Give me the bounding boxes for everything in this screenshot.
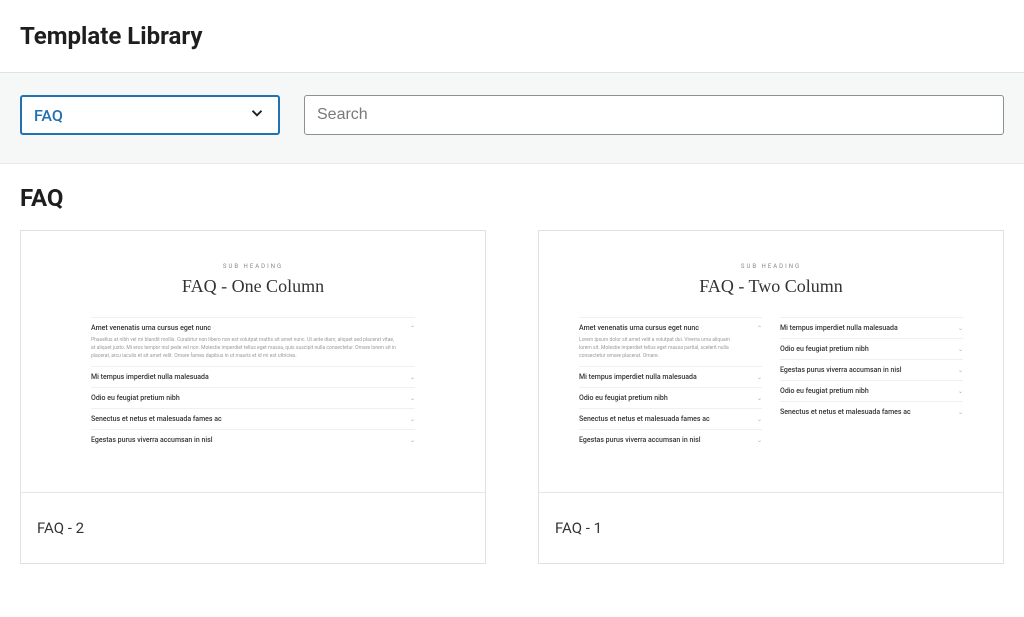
accordion-header: Egestas purus viverra accumsan in nisl ⌄ bbox=[579, 436, 762, 444]
accordion-item: Senectus et netus et malesuada fames ac … bbox=[91, 408, 415, 429]
chevron-down-icon: ⌄ bbox=[757, 395, 762, 402]
accordion-item: Senectus et netus et malesuada fames ac ⌄ bbox=[579, 408, 762, 429]
accordion-question: Senectus et netus et malesuada fames ac bbox=[579, 415, 710, 423]
chevron-down-icon: ⌄ bbox=[958, 325, 963, 332]
chevron-down-icon: ⌄ bbox=[958, 367, 963, 374]
accordion-question: Odio eu feugiat pretium nibh bbox=[579, 394, 668, 402]
accordion-item: Mi tempus imperdiet nulla malesuada ⌄ bbox=[91, 366, 415, 387]
accordion-question: Amet venenatis urna cursus eget nunc bbox=[579, 324, 699, 332]
accordion-item: Odio eu feugiat pretium nibh ⌄ bbox=[579, 387, 762, 408]
template-preview: SUB HEADING FAQ - Two Column Amet venena… bbox=[539, 231, 1003, 493]
chevron-down-icon: ⌄ bbox=[410, 395, 415, 402]
template-label: FAQ - 2 bbox=[21, 493, 485, 563]
accordion-item: Amet venenatis urna cursus eget nunc ⌃ P… bbox=[91, 317, 415, 366]
accordion-question: Senectus et netus et malesuada fames ac bbox=[780, 408, 911, 416]
search-field-wrap bbox=[304, 95, 1004, 135]
accordion-header: Egestas purus viverra accumsan in nisl ⌄ bbox=[91, 436, 415, 444]
accordion-question: Odio eu feugiat pretium nibh bbox=[780, 345, 869, 353]
chevron-down-icon: ⌄ bbox=[410, 374, 415, 381]
page-header: Template Library bbox=[0, 0, 1024, 72]
accordion-item: Mi tempus imperdiet nulla malesuada ⌄ bbox=[579, 366, 762, 387]
preview-title: FAQ - One Column bbox=[182, 276, 324, 297]
accordion-item: Egestas purus viverra accumsan in nisl ⌄ bbox=[91, 429, 415, 450]
accordion-header: Odio eu feugiat pretium nibh ⌄ bbox=[579, 394, 762, 402]
accordion-question: Mi tempus imperdiet nulla malesuada bbox=[579, 373, 697, 381]
template-label: FAQ - 1 bbox=[539, 493, 1003, 563]
chevron-down-icon: ⌄ bbox=[958, 388, 963, 395]
chevron-down-icon bbox=[248, 104, 266, 126]
accordion-header: Odio eu feugiat pretium nibh ⌄ bbox=[780, 345, 963, 353]
accordion-item: Odio eu feugiat pretium nibh ⌄ bbox=[780, 338, 963, 359]
template-card[interactable]: SUB HEADING FAQ - Two Column Amet venena… bbox=[538, 230, 1004, 564]
accordion-question: Amet venenatis urna cursus eget nunc bbox=[91, 324, 211, 332]
accordion-header: Senectus et netus et malesuada fames ac ⌄ bbox=[780, 408, 963, 416]
accordion-item: Senectus et netus et malesuada fames ac ⌄ bbox=[780, 401, 963, 422]
accordion-body: Phasellus at nibh vel mi blandit mollis.… bbox=[91, 336, 415, 360]
accordion-header: Odio eu feugiat pretium nibh ⌄ bbox=[91, 394, 415, 402]
accordion-header: Senectus et netus et malesuada fames ac … bbox=[91, 415, 415, 423]
accordion-header: Senectus et netus et malesuada fames ac ⌄ bbox=[579, 415, 762, 423]
preview-subheading: SUB HEADING bbox=[223, 263, 283, 270]
section-title: FAQ bbox=[20, 184, 1004, 212]
search-input[interactable] bbox=[317, 106, 991, 124]
preview-title: FAQ - Two Column bbox=[699, 276, 843, 297]
accordion-question: Mi tempus imperdiet nulla malesuada bbox=[780, 324, 898, 332]
preview-accordion: Amet venenatis urna cursus eget nunc ⌃ P… bbox=[51, 317, 455, 450]
accordion-body: Lorem ipsum dolor sit amet velit a volut… bbox=[579, 336, 762, 360]
accordion-question: Egestas purus viverra accumsan in nisl bbox=[780, 366, 902, 374]
chevron-up-icon: ⌃ bbox=[410, 325, 415, 332]
preview-subheading: SUB HEADING bbox=[741, 263, 801, 270]
accordion-item: Odio eu feugiat pretium nibh ⌄ bbox=[780, 380, 963, 401]
accordion-header: Egestas purus viverra accumsan in nisl ⌄ bbox=[780, 366, 963, 374]
content-area: FAQ SUB HEADING FAQ - One Column Amet ve… bbox=[0, 164, 1024, 584]
chevron-down-icon: ⌄ bbox=[757, 374, 762, 381]
accordion-question: Mi tempus imperdiet nulla malesuada bbox=[91, 373, 209, 381]
template-grid: SUB HEADING FAQ - One Column Amet venena… bbox=[20, 230, 1004, 564]
template-preview: SUB HEADING FAQ - One Column Amet venena… bbox=[21, 231, 485, 493]
accordion-item: Egestas purus viverra accumsan in nisl ⌄ bbox=[579, 429, 762, 450]
chevron-down-icon: ⌄ bbox=[410, 416, 415, 423]
chevron-down-icon: ⌄ bbox=[410, 437, 415, 444]
accordion-question: Egestas purus viverra accumsan in nisl bbox=[91, 436, 213, 444]
accordion-item: Mi tempus imperdiet nulla malesuada ⌄ bbox=[780, 317, 963, 338]
chevron-up-icon: ⌃ bbox=[757, 325, 762, 332]
filter-bar: FAQ bbox=[0, 72, 1024, 164]
chevron-down-icon: ⌄ bbox=[757, 437, 762, 444]
accordion-question: Odio eu feugiat pretium nibh bbox=[780, 387, 869, 395]
accordion-question: Odio eu feugiat pretium nibh bbox=[91, 394, 180, 402]
preview-col-right: Mi tempus imperdiet nulla malesuada ⌄ Odi… bbox=[780, 317, 963, 450]
accordion-header: Amet venenatis urna cursus eget nunc ⌃ bbox=[91, 324, 415, 332]
accordion-header: Mi tempus imperdiet nulla malesuada ⌄ bbox=[780, 324, 963, 332]
page-title: Template Library bbox=[20, 22, 1004, 50]
accordion-question: Egestas purus viverra accumsan in nisl bbox=[579, 436, 701, 444]
preview-two-col: Amet venenatis urna cursus eget nunc ⌃ L… bbox=[569, 317, 973, 450]
template-card[interactable]: SUB HEADING FAQ - One Column Amet venena… bbox=[20, 230, 486, 564]
chevron-down-icon: ⌄ bbox=[958, 346, 963, 353]
accordion-item: Odio eu feugiat pretium nibh ⌄ bbox=[91, 387, 415, 408]
dropdown-selected-label: FAQ bbox=[34, 106, 248, 125]
accordion-item: Amet venenatis urna cursus eget nunc ⌃ L… bbox=[579, 317, 762, 366]
preview-col-left: Amet venenatis urna cursus eget nunc ⌃ L… bbox=[579, 317, 762, 450]
accordion-header: Mi tempus imperdiet nulla malesuada ⌄ bbox=[579, 373, 762, 381]
chevron-down-icon: ⌄ bbox=[757, 416, 762, 423]
accordion-question: Senectus et netus et malesuada fames ac bbox=[91, 415, 222, 423]
accordion-header: Odio eu feugiat pretium nibh ⌄ bbox=[780, 387, 963, 395]
accordion-item: Egestas purus viverra accumsan in nisl ⌄ bbox=[780, 359, 963, 380]
accordion-header: Amet venenatis urna cursus eget nunc ⌃ bbox=[579, 324, 762, 332]
chevron-down-icon: ⌄ bbox=[958, 409, 963, 416]
category-dropdown[interactable]: FAQ bbox=[20, 95, 280, 135]
accordion-header: Mi tempus imperdiet nulla malesuada ⌄ bbox=[91, 373, 415, 381]
